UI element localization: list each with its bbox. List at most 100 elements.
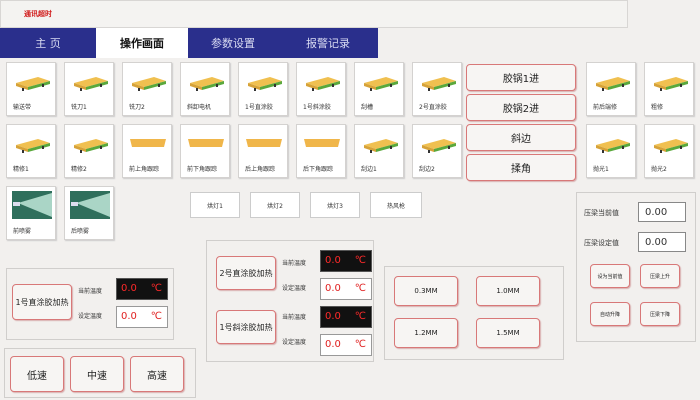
tile-row2-0-label: 精修1 <box>13 166 29 173</box>
speed-low-button[interactable]: 低速 <box>10 356 64 392</box>
tile-right-2[interactable]: 抛光1 <box>586 124 636 178</box>
heater-3-set-value: 0.0 <box>325 339 341 350</box>
lamp-2-button[interactable]: 烘灯2 <box>250 192 300 218</box>
tile-right-3-image <box>650 129 690 157</box>
tile-row1-1[interactable]: 铣刀1 <box>64 62 114 116</box>
tile-row1-1-image <box>70 67 110 95</box>
heater-1-button[interactable]: 1号直涂胶加热 <box>12 284 72 320</box>
lamp-3-button[interactable]: 烘灯3 <box>310 192 360 218</box>
tile-row2-2-label: 前上角跟踪 <box>129 166 160 173</box>
tile-row3-0[interactable]: 前喷雾 <box>6 186 56 240</box>
pressure-current-readout: 0.00 <box>638 202 686 222</box>
tile-right-0-image <box>592 67 632 95</box>
heater-2-set-label: 设定温度 <box>282 285 307 292</box>
tile-row2-6-image <box>360 129 400 157</box>
hot-air-gun-button[interactable]: 热风枪 <box>370 192 422 218</box>
tile-row2-2-image <box>128 129 168 157</box>
tile-row1-6[interactable]: 刮槽 <box>354 62 404 116</box>
tile-row3-1-image <box>70 191 110 219</box>
tile-row2-0[interactable]: 精修1 <box>6 124 56 178</box>
top-status-bar <box>0 0 628 28</box>
tile-row2-3-label: 前下角跟踪 <box>187 166 218 173</box>
tile-row1-2-label: 铣刀2 <box>129 104 145 111</box>
tile-row1-7-image <box>418 67 458 95</box>
tile-row1-4-label: 1号直涂胶 <box>245 104 273 111</box>
tile-row3-1[interactable]: 后喷雾 <box>64 186 114 240</box>
heater-1-set-unit: ℃ <box>150 311 162 322</box>
thickness-1-2-button[interactable]: 1.2MM <box>394 318 458 348</box>
heater-3-set-unit: ℃ <box>354 339 366 350</box>
tile-row2-5-image <box>302 129 342 157</box>
heater-2-current-unit: ℃ <box>354 255 366 266</box>
bevel-button[interactable]: 斜边 <box>466 124 576 151</box>
heater-1-current-unit: ℃ <box>150 283 162 294</box>
pressure-down-button[interactable]: 压梁下降 <box>640 302 680 326</box>
pressure-up-button[interactable]: 压梁上升 <box>640 264 680 288</box>
tile-row2-2[interactable]: 前上角跟踪 <box>122 124 172 178</box>
tile-right-1-label: 粗修 <box>651 104 664 111</box>
tile-right-3[interactable]: 抛光2 <box>644 124 694 178</box>
heater-3-current-label: 当前温度 <box>282 314 307 321</box>
heater-2-set-unit: ℃ <box>354 283 366 294</box>
heater-2-set-input[interactable]: 0.0 ℃ <box>320 278 372 300</box>
tile-row2-1-image <box>70 129 110 157</box>
tile-row2-7[interactable]: 刮边2 <box>412 124 462 178</box>
tab-alarms[interactable]: 报警记录 <box>278 28 378 58</box>
pressure-set-input[interactable]: 0.00 <box>638 232 686 252</box>
tile-right-0-label: 前后端修 <box>593 104 618 111</box>
thickness-0-3-button[interactable]: 0.3MM <box>394 276 458 306</box>
tile-row1-1-label: 铣刀1 <box>71 104 87 111</box>
tile-right-3-label: 抛光2 <box>651 166 667 173</box>
tile-row1-5[interactable]: 1号斜涂胶 <box>296 62 346 116</box>
lamp-1-button[interactable]: 烘灯1 <box>190 192 240 218</box>
tab-operation[interactable]: 操作画面 <box>96 28 188 58</box>
speed-mid-button[interactable]: 中速 <box>70 356 124 392</box>
tile-row2-1[interactable]: 精修2 <box>64 124 114 178</box>
tile-row2-3[interactable]: 前下角跟踪 <box>180 124 230 178</box>
heater-1-set-label: 设定温度 <box>78 313 103 320</box>
tile-right-0[interactable]: 前后端修 <box>586 62 636 116</box>
speed-high-button[interactable]: 高速 <box>130 356 184 392</box>
tile-row1-7[interactable]: 2号直涂胶 <box>412 62 462 116</box>
tile-row2-4[interactable]: 后上角跟踪 <box>238 124 288 178</box>
tile-row3-1-label: 后喷雾 <box>71 228 90 235</box>
tile-row2-7-label: 刮边2 <box>419 166 435 173</box>
set-as-current-button[interactable]: 设为当前值 <box>590 264 630 288</box>
glue-pot-2-button[interactable]: 胶锅2进 <box>466 94 576 121</box>
tile-row2-6[interactable]: 刮边1 <box>354 124 404 178</box>
tile-row1-5-image <box>302 67 342 95</box>
tile-row2-5[interactable]: 后下角跟踪 <box>296 124 346 178</box>
auto-lift-button[interactable]: 自动升降 <box>590 302 630 326</box>
tab-parameters[interactable]: 参数设置 <box>188 28 278 58</box>
heater-3-set-input[interactable]: 0.0 ℃ <box>320 334 372 356</box>
tab-home[interactable]: 主 页 <box>0 28 96 58</box>
connection-status: 通讯超时 <box>24 10 52 18</box>
tile-right-1[interactable]: 粗修 <box>644 62 694 116</box>
heater-2-set-value: 0.0 <box>325 283 341 294</box>
heater-1-current-readout: 0.0 ℃ <box>116 278 168 300</box>
tile-row2-4-label: 后上角跟踪 <box>245 166 276 173</box>
tile-row1-0-label: 输送带 <box>13 104 32 111</box>
tile-row1-0[interactable]: 输送带 <box>6 62 56 116</box>
tile-row1-4[interactable]: 1号直涂胶 <box>238 62 288 116</box>
heater-3-current-readout: 0.0 ℃ <box>320 306 372 328</box>
heater-2-button[interactable]: 2号直涂胶加热 <box>216 256 276 290</box>
heater-1-current-label: 当前温度 <box>78 288 103 295</box>
heater-3-button[interactable]: 1号斜涂胶加热 <box>216 310 276 344</box>
heater-1-current-value: 0.0 <box>121 283 137 294</box>
tile-row1-0-image <box>12 67 52 95</box>
tile-row2-1-label: 精修2 <box>71 166 87 173</box>
tile-row1-3[interactable]: 斜卸电机 <box>180 62 230 116</box>
tile-row1-2[interactable]: 铣刀2 <box>122 62 172 116</box>
tile-row1-4-image <box>244 67 284 95</box>
thickness-1-5-button[interactable]: 1.5MM <box>476 318 540 348</box>
thickness-1-0-button[interactable]: 1.0MM <box>476 276 540 306</box>
tile-row3-0-label: 前喷雾 <box>13 228 32 235</box>
heater-2-current-value: 0.0 <box>325 255 341 266</box>
glue-pot-1-button[interactable]: 胶锅1进 <box>466 64 576 91</box>
tile-right-1-image <box>650 67 690 95</box>
heater-1-set-input[interactable]: 0.0 ℃ <box>116 306 168 328</box>
corner-rub-button[interactable]: 揉角 <box>466 154 576 181</box>
tile-row2-0-image <box>12 129 52 157</box>
heater-2-current-readout: 0.0 ℃ <box>320 250 372 272</box>
